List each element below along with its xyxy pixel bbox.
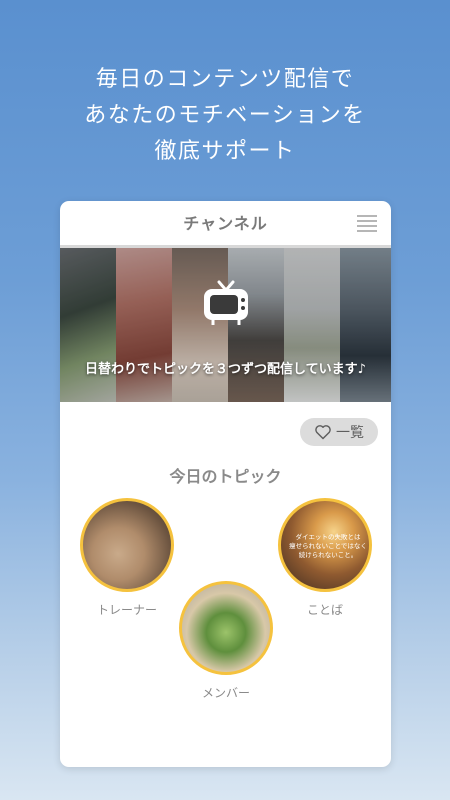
heart-outline-icon — [315, 425, 331, 440]
topic-words-label: ことば — [306, 603, 343, 617]
topic-list-label: 一覧 — [336, 425, 364, 441]
promo-line-3: 徹底サポート — [154, 139, 296, 164]
promo-line-2: あなたのモチベーションを — [84, 103, 366, 128]
channel-card: チャンネル 日替わりでトピックを３つずつ配信しています♪ 一覧 今日のトピック … — [60, 201, 391, 767]
topic-member-image[interactable] — [179, 581, 273, 675]
card-title: チャンネル — [183, 214, 268, 233]
channel-banner[interactable]: 日替わりでトピックを３つずつ配信しています♪ — [60, 248, 391, 402]
topic-member-label: メンバー — [201, 686, 250, 700]
promo-headline: 毎日のコンテンツ配信で あなたのモチベーションを 徹底サポート — [0, 62, 450, 170]
promo-line-1: 毎日のコンテンツ配信で — [95, 67, 355, 92]
topic-words-image[interactable]: ダイエットの失敗とは 痩せられないことではなく 続けられないこと。 — [278, 498, 372, 592]
card-header: チャンネル — [60, 201, 391, 248]
tv-icon — [204, 280, 248, 325]
todays-topics-title: 今日のトピック — [169, 467, 282, 486]
topic-trainer-image[interactable] — [80, 498, 174, 592]
topic-trainer-label: トレーナー — [96, 603, 157, 617]
hamburger-menu-icon[interactable] — [357, 215, 377, 232]
topic-words-quote: ダイエットの失敗とは 痩せられないことではなく 続けられないこと。 — [289, 533, 367, 559]
banner-caption: 日替わりでトピックを３つずつ配信しています♪ — [85, 362, 366, 377]
topic-list-button[interactable]: 一覧 — [300, 418, 378, 446]
